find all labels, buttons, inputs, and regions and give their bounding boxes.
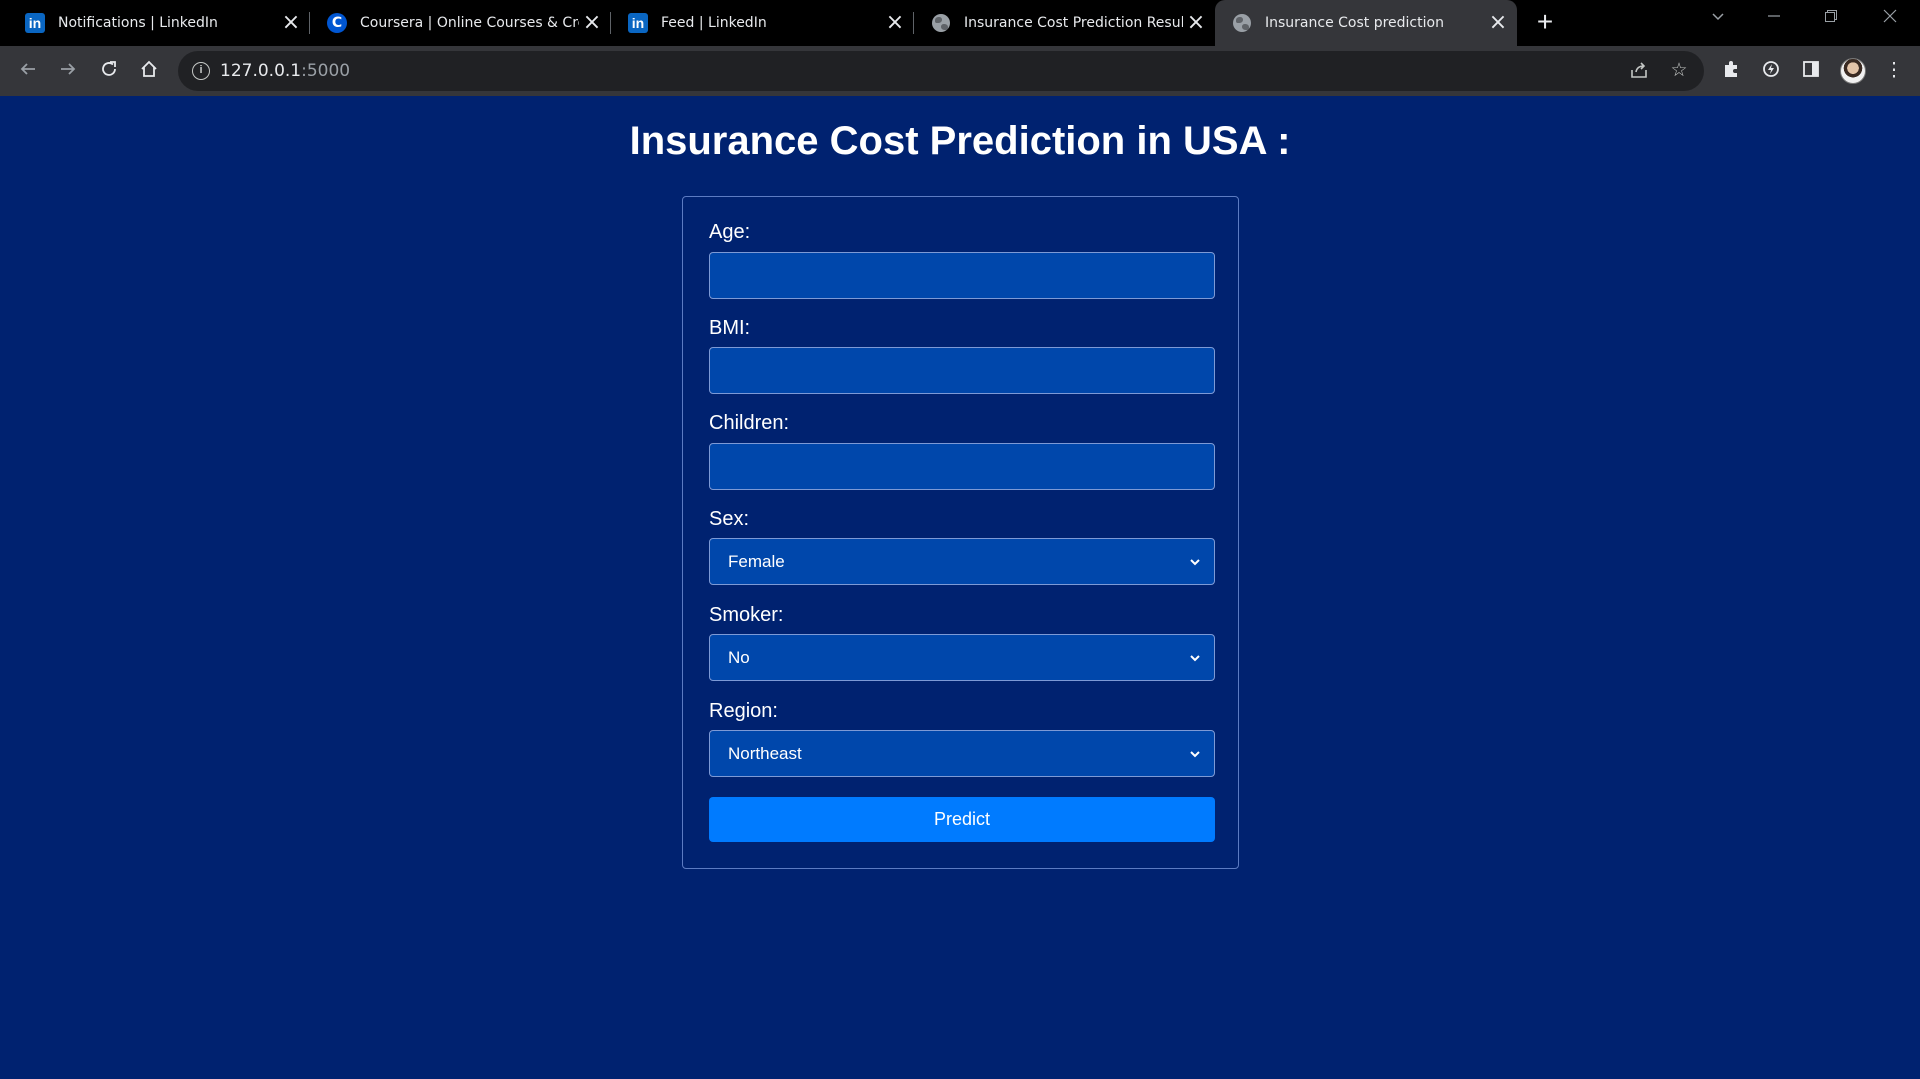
- side-panel-icon[interactable]: [1799, 59, 1823, 83]
- share-icon[interactable]: [1628, 60, 1650, 82]
- sex-selected-value: Female: [728, 551, 785, 571]
- globe-icon: [930, 12, 952, 34]
- tab-linkedin-notifications[interactable]: in Notifications | LinkedIn ×: [0, 0, 310, 46]
- tab-title: Feed | LinkedIn: [661, 15, 767, 31]
- region-select[interactable]: Northeast: [709, 730, 1215, 777]
- browser-toolbar: i 127.0.0.1:5000 ☆ ⋮: [0, 46, 1920, 96]
- tab-title: Insurance Cost Prediction Result: [964, 15, 1183, 31]
- new-tab-icon[interactable]: +: [1530, 8, 1560, 38]
- page-content: Insurance Cost Prediction in USA : Age: …: [0, 96, 1920, 1079]
- children-input[interactable]: [709, 443, 1215, 490]
- browser-tab-strip: in Notifications | LinkedIn × C Coursera…: [0, 0, 1920, 46]
- close-icon[interactable]: ×: [1485, 10, 1511, 36]
- url-port: :5000: [301, 61, 351, 81]
- minimize-icon[interactable]: [1746, 0, 1802, 38]
- url-host: 127.0.0.1: [220, 61, 302, 81]
- prediction-form: Age: BMI: Children: Sex: Female Smoker: …: [682, 196, 1239, 869]
- children-label: Children:: [709, 412, 790, 434]
- site-info-icon[interactable]: i: [192, 62, 210, 80]
- smoker-label: Smoker:: [709, 604, 784, 626]
- menu-icon[interactable]: ⋮: [1882, 59, 1906, 83]
- linkedin-icon: in: [24, 12, 46, 34]
- sex-label: Sex:: [709, 508, 750, 530]
- age-input[interactable]: [709, 252, 1215, 299]
- forward-icon[interactable]: [53, 56, 83, 86]
- profile-avatar[interactable]: [1840, 58, 1866, 84]
- coursera-icon: C: [326, 12, 348, 34]
- chevron-down-icon: [1190, 654, 1200, 661]
- bmi-label: BMI:: [709, 317, 751, 339]
- chevron-down-icon: [1190, 750, 1200, 757]
- linkedin-icon: in: [627, 12, 649, 34]
- tab-prediction-result[interactable]: Insurance Cost Prediction Result ×: [914, 0, 1215, 46]
- bookmark-star-icon[interactable]: ☆: [1668, 60, 1690, 82]
- smoker-selected-value: No: [728, 647, 750, 667]
- chevron-down-icon: [1190, 558, 1200, 565]
- extensions-icon[interactable]: [1719, 59, 1743, 83]
- bmi-input[interactable]: [709, 347, 1215, 394]
- page-title: Insurance Cost Prediction in USA :: [629, 119, 1291, 163]
- close-icon[interactable]: ×: [278, 10, 304, 36]
- globe-icon: [1231, 12, 1253, 34]
- tab-title: Notifications | LinkedIn: [58, 15, 218, 31]
- smoker-select[interactable]: No: [709, 634, 1215, 681]
- tab-coursera[interactable]: C Coursera | Online Courses & Credential…: [310, 0, 611, 46]
- predict-button[interactable]: Predict: [709, 797, 1215, 842]
- age-label: Age:: [709, 221, 751, 243]
- tab-linkedin-feed[interactable]: in Feed | LinkedIn ×: [611, 0, 914, 46]
- close-icon[interactable]: ×: [579, 10, 605, 36]
- back-icon[interactable]: [13, 56, 43, 86]
- close-icon[interactable]: ×: [882, 10, 908, 36]
- tab-title: Coursera | Online Courses & Credentials: [360, 15, 579, 31]
- sex-select[interactable]: Female: [709, 538, 1215, 585]
- region-selected-value: Northeast: [728, 743, 802, 763]
- restore-icon[interactable]: [1803, 0, 1859, 38]
- tab-title: Insurance Cost prediction: [1265, 15, 1444, 31]
- home-icon[interactable]: [134, 56, 164, 86]
- close-icon[interactable]: ×: [1183, 10, 1209, 36]
- tab-insurance-prediction[interactable]: Insurance Cost prediction ×: [1215, 0, 1517, 46]
- address-bar[interactable]: i 127.0.0.1:5000 ☆: [178, 51, 1704, 91]
- reload-icon[interactable]: [94, 56, 124, 86]
- url-text[interactable]: 127.0.0.1:5000: [220, 61, 350, 81]
- region-label: Region:: [709, 700, 778, 722]
- close-window-icon[interactable]: [1862, 0, 1918, 38]
- extension-shortcut-icon[interactable]: [1759, 59, 1783, 83]
- tab-search-icon[interactable]: [1690, 0, 1746, 38]
